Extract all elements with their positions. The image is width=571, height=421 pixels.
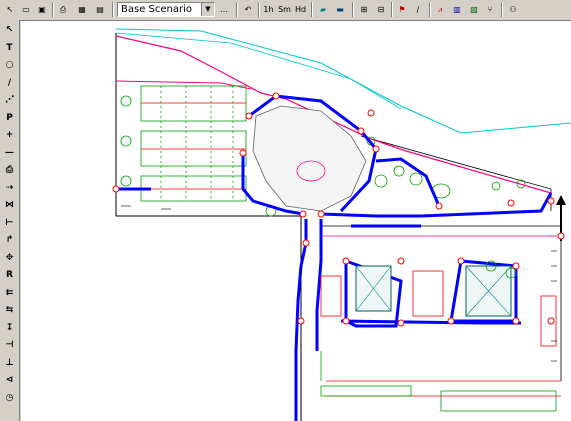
split-tool-icon[interactable]: ⋈ (2, 198, 17, 213)
printer-icon[interactable]: ⎙ (2, 163, 17, 178)
parking-area (140, 85, 247, 202)
signal-icon[interactable]: ⚑ (394, 1, 410, 18)
merge-tool-icon[interactable]: ⊢ (2, 216, 17, 231)
chevron-down-icon[interactable]: ▼ (201, 3, 214, 16)
node-table-icon[interactable]: ⊟ (373, 1, 389, 18)
add-node-icon[interactable]: + (2, 128, 17, 143)
properties-icon[interactable]: ▦ (74, 1, 90, 18)
curve-icon[interactable]: ∕ (410, 1, 426, 18)
move-tool-icon[interactable]: ✥ (2, 251, 17, 266)
link-table-icon[interactable]: ⊞ (356, 1, 372, 18)
binoculars-icon[interactable]: ⚇ (505, 1, 521, 18)
circle-tool-icon[interactable]: ○ (2, 58, 17, 73)
pointer-icon[interactable]: ↖ (2, 1, 18, 18)
dashed-line-icon[interactable]: ⋰ (2, 93, 17, 108)
road-magenta-west (115, 80, 252, 90)
measure-tool-icon[interactable]: ↧ (2, 321, 17, 336)
main-toolbar: ↖ ▭ ▣ ⎙ ▦ ▤ Base Scenario ▼ ... ↶ 1h Sm … (0, 0, 571, 21)
graph-icon[interactable]: ⩘ (432, 1, 448, 18)
scenario-browse-button[interactable]: ... (217, 1, 231, 18)
junction-tool-icon[interactable]: ⊣ (2, 338, 17, 353)
lower-buildings (355, 265, 512, 317)
scenario-dropdown[interactable]: Base Scenario ▼ (117, 2, 215, 17)
bus-icon[interactable]: ▬ (332, 1, 348, 18)
pointer-icon[interactable]: ↖ (2, 23, 17, 38)
site-outline-right (360, 135, 552, 211)
network-drawing-canvas[interactable] (21, 21, 571, 421)
text-tool-icon[interactable]: T (2, 41, 17, 56)
turn-tool-icon[interactable]: ↱ (2, 233, 17, 248)
site-outline (115, 33, 302, 421)
vehicle-icon[interactable]: ▰ (315, 1, 331, 18)
scenario-selected-value: Base Scenario (121, 4, 193, 15)
line-tool-icon[interactable]: / (2, 76, 17, 91)
save-icon[interactable]: ▣ (34, 1, 50, 18)
route-r-icon[interactable]: R (2, 268, 17, 283)
lane-tool-icon[interactable]: ⇇ (2, 286, 17, 301)
time-hd-button[interactable]: Hd (293, 1, 308, 18)
time-sm-button[interactable]: Sm (277, 1, 292, 18)
route-tool-icon[interactable]: ⇢ (2, 181, 17, 196)
new-file-icon[interactable]: ▭ (18, 1, 34, 18)
priority-tool-icon[interactable]: ⊲ (2, 373, 17, 388)
chart-icon[interactable]: ▥ (449, 1, 465, 18)
stop-tool-icon[interactable]: ⊥ (2, 356, 17, 371)
copy-icon[interactable]: ▤ (92, 1, 108, 18)
print-icon[interactable]: ⎙ (55, 1, 71, 18)
signal-tool-icon[interactable]: ⇆ (2, 303, 17, 318)
network-drawing (112, 28, 571, 421)
boundary-line-cyan-2 (115, 32, 402, 110)
undo-icon[interactable]: ↶ (240, 1, 256, 18)
statistics-icon[interactable]: ▧ (466, 1, 482, 18)
time-1h-button[interactable]: 1h (261, 1, 276, 18)
clock-icon[interactable]: ◷ (2, 391, 17, 406)
parking-icon[interactable]: P (2, 111, 17, 126)
side-toolbar: ↖ T ○ / ⋰ P + — ⎙ ⇢ ⋈ ⊢ ↱ ✥ R ⇇ ⇆ ↧ ⊣ ⊥ ⊲ ◷ (0, 20, 20, 421)
branch-icon[interactable]: ⑂ (482, 1, 498, 18)
remove-link-icon[interactable]: — (2, 146, 17, 161)
